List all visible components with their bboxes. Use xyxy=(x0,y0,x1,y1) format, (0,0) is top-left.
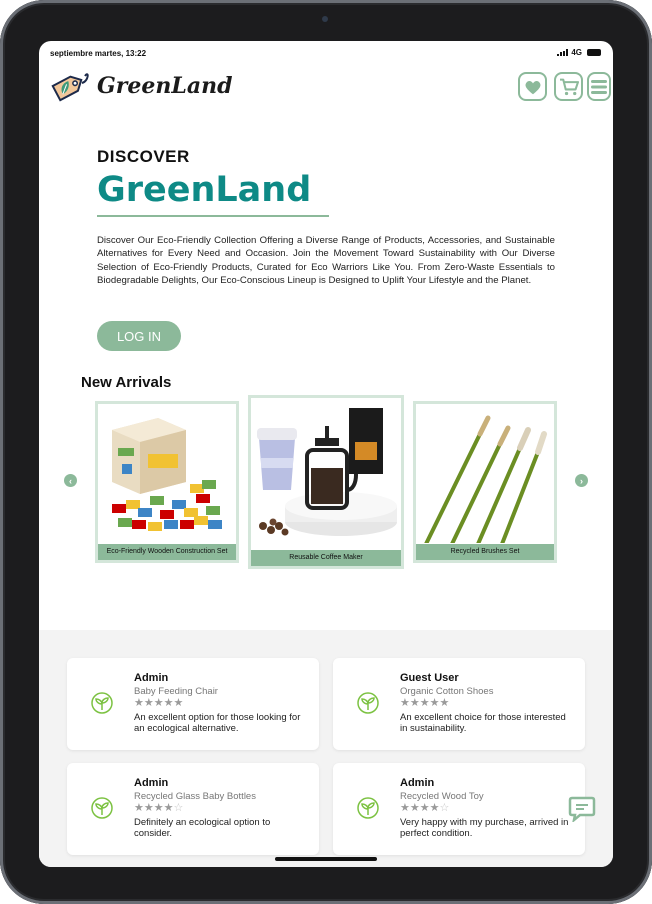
star-icon: ★ xyxy=(429,802,440,814)
wishlist-button[interactable] xyxy=(518,72,547,101)
review-card: Admin Recycled Glass Baby Bottles ★★★★☆ … xyxy=(67,763,319,855)
heart-icon xyxy=(525,80,540,94)
star-icon: ★ xyxy=(173,697,184,709)
star-icon: ★ xyxy=(419,802,430,814)
product-card[interactable]: Reusable Coffee Maker xyxy=(248,395,404,569)
product-image-brushes xyxy=(416,404,554,543)
star-icon: ☆ xyxy=(439,802,450,814)
hero-section: DISCOVER GreenLand Discover Our Eco-Frie… xyxy=(97,147,555,288)
review-text: An excellent choice for those interested… xyxy=(400,712,566,734)
chat-button[interactable] xyxy=(568,794,596,824)
star-icon: ★ xyxy=(400,697,410,709)
star-icon: ★ xyxy=(153,802,164,814)
star-icon: ★ xyxy=(419,697,430,709)
network-label: 4G xyxy=(571,48,582,57)
screen: septiembre martes, 13:22 4G GreenLand DI… xyxy=(39,41,613,867)
chat-icon xyxy=(568,796,596,824)
star-icon: ☆ xyxy=(173,802,184,814)
sprout-icon xyxy=(357,692,379,714)
product-card[interactable]: Recycled Brushes Set xyxy=(413,401,557,563)
review-text: Very happy with my purchase, arrived in … xyxy=(400,817,569,839)
chevron-right-icon: › xyxy=(580,475,583,486)
camera-dot xyxy=(322,16,328,22)
cart-icon xyxy=(559,78,579,95)
review-card: Admin Baby Feeding Chair ★★★★★ An excell… xyxy=(67,658,319,750)
review-card: Guest User Organic Cotton Shoes ★★★★★ An… xyxy=(333,658,585,750)
rating-stars: ★★★★☆ xyxy=(400,801,449,814)
star-icon: ★ xyxy=(134,697,144,709)
product-image-wooden-blocks xyxy=(98,404,236,543)
star-icon: ★ xyxy=(429,697,440,709)
star-icon: ★ xyxy=(134,802,144,814)
hero-title: GreenLand xyxy=(97,170,312,210)
cart-button[interactable] xyxy=(554,72,583,101)
sprout-icon xyxy=(357,797,379,819)
new-arrivals-title: New Arrivals xyxy=(81,374,172,391)
review-card: Admin Recycled Wood Toy ★★★★☆ Very happy… xyxy=(333,763,585,855)
menu-icon xyxy=(591,79,607,94)
status-bar: septiembre martes, 13:22 4G xyxy=(39,41,613,63)
product-name: Reusable Coffee Maker xyxy=(251,550,401,566)
product-image-coffee-maker xyxy=(251,398,401,549)
login-button[interactable]: LOG IN xyxy=(97,321,181,351)
product-name: Eco-Friendly Wooden Construction Set xyxy=(98,544,236,560)
star-icon: ★ xyxy=(439,697,450,709)
status-indicators: 4G xyxy=(557,48,601,57)
chevron-left-icon: ‹ xyxy=(69,475,72,486)
rating-stars: ★★★★★ xyxy=(134,696,183,709)
navbar: GreenLand xyxy=(39,63,613,111)
hero-description: Discover Our Eco-Friendly Collection Off… xyxy=(97,235,555,287)
signal-icon xyxy=(557,49,569,56)
review-user: Admin xyxy=(134,777,169,789)
sprout-icon xyxy=(91,692,113,714)
hero-kicker: DISCOVER xyxy=(97,147,190,166)
logo-icon[interactable] xyxy=(45,67,91,107)
hero-divider xyxy=(97,215,329,217)
menu-button[interactable] xyxy=(587,72,611,101)
battery-icon xyxy=(587,49,601,56)
sprout-icon xyxy=(91,797,113,819)
review-user: Guest User xyxy=(400,672,459,684)
tablet-frame: septiembre martes, 13:22 4G GreenLand DI… xyxy=(0,0,652,904)
product-card[interactable]: Eco-Friendly Wooden Construction Set xyxy=(95,401,239,563)
review-text: Definitely an ecological option to consi… xyxy=(134,817,271,839)
star-icon: ★ xyxy=(143,697,154,709)
status-time: septiembre martes, 13:22 xyxy=(50,49,147,58)
review-text: An excellent option for those looking fo… xyxy=(134,712,301,734)
star-icon: ★ xyxy=(409,802,420,814)
carousel-prev-button[interactable]: ‹ xyxy=(64,474,77,487)
rating-stars: ★★★★☆ xyxy=(134,801,183,814)
rating-stars: ★★★★★ xyxy=(400,696,449,709)
home-indicator[interactable] xyxy=(275,857,377,861)
product-name: Recycled Brushes Set xyxy=(416,544,554,560)
review-user: Admin xyxy=(134,672,169,684)
star-icon: ★ xyxy=(153,697,164,709)
star-icon: ★ xyxy=(163,697,174,709)
star-icon: ★ xyxy=(143,802,154,814)
star-icon: ★ xyxy=(409,697,420,709)
star-icon: ★ xyxy=(163,802,174,814)
logo-text[interactable]: GreenLand xyxy=(97,73,232,99)
review-user: Admin xyxy=(400,777,435,789)
star-icon: ★ xyxy=(400,802,410,814)
carousel-next-button[interactable]: › xyxy=(575,474,588,487)
